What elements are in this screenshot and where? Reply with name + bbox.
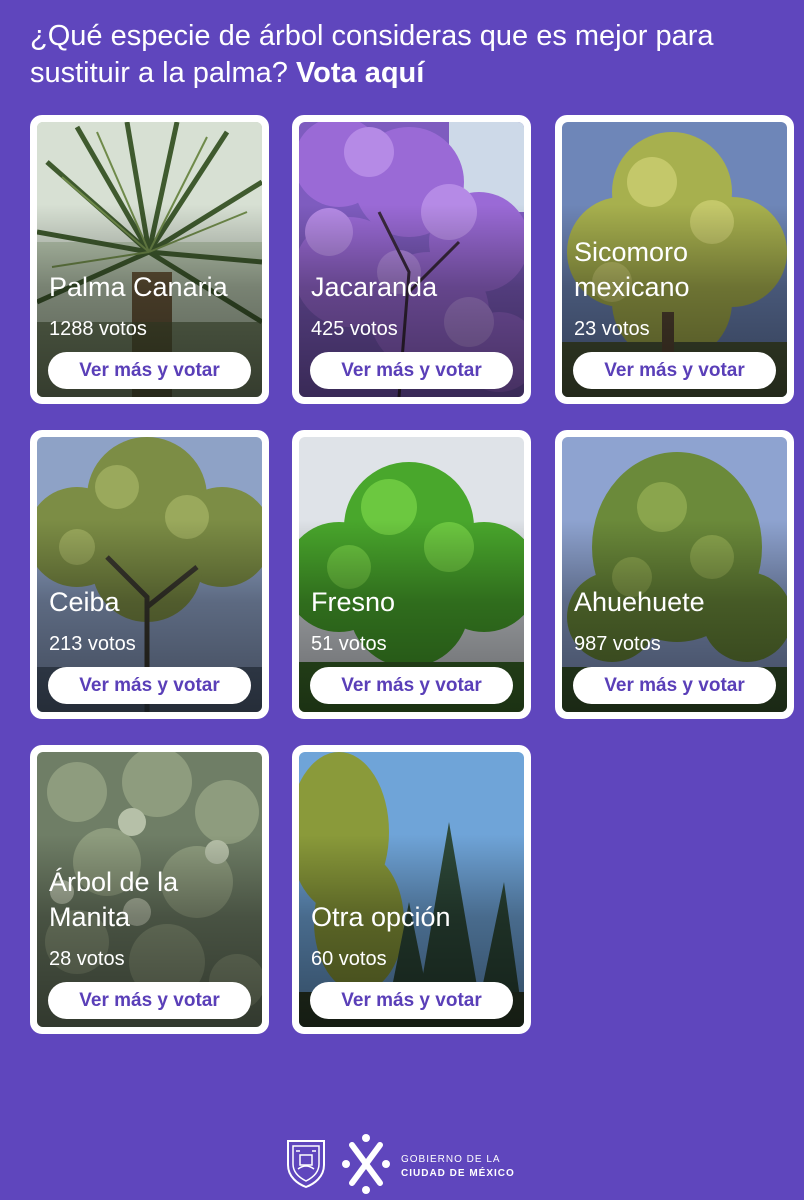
- tree-card-ceiba[interactable]: Ceiba 213 votos Ver más y votar: [30, 430, 269, 719]
- tree-name: Árbol de la Manita: [49, 867, 179, 932]
- see-more-vote-button[interactable]: Ver más y votar: [48, 982, 251, 1019]
- vote-count: 60 votos: [311, 948, 387, 970]
- see-more-vote-button[interactable]: Ver más y votar: [310, 352, 513, 389]
- tree-name: Fresno: [311, 587, 396, 617]
- vote-count: 213 votos: [49, 633, 136, 655]
- cdmx-emblem-logo: [342, 1134, 390, 1194]
- footer: GOBIERNO DE LA CIUDAD DE MÉXICO: [284, 1133, 544, 1195]
- tree-card-ahuehuete[interactable]: Ahuehuete 987 votos Ver más y votar: [555, 430, 794, 719]
- tree-card-jacaranda[interactable]: Jacaranda 425 votos Ver más y votar: [292, 115, 531, 404]
- tree-name: Ceiba: [49, 587, 120, 617]
- tree-card-arbol-de-la-manita[interactable]: Árbol de la Manita 28 votos Ver más y vo…: [30, 745, 269, 1034]
- page-title: ¿Qué especie de árbol consideras que es …: [30, 18, 774, 92]
- government-line-2: CIUDAD DE MÉXICO: [401, 1168, 515, 1179]
- government-line-1: GOBIERNO DE LA: [401, 1154, 501, 1165]
- tree-name: Palma Canaria: [49, 272, 228, 302]
- vote-count: 51 votos: [311, 633, 387, 655]
- vote-here-text: Vota aquí: [295, 57, 425, 89]
- tree-card-otra-opcion[interactable]: Otra opción 60 votos Ver más y votar: [292, 745, 531, 1034]
- city-coat-of-arms-logo: [287, 1140, 325, 1189]
- see-more-vote-button[interactable]: Ver más y votar: [310, 667, 513, 704]
- vote-count: 425 votos: [311, 318, 398, 340]
- tree-card-fresno[interactable]: Fresno 51 votos Ver más y votar: [292, 430, 531, 719]
- vote-count: 28 votos: [49, 948, 125, 970]
- see-more-vote-button[interactable]: Ver más y votar: [573, 352, 776, 389]
- tree-card-palma-canaria[interactable]: Palma Canaria 1288 votos Ver más y votar: [30, 115, 269, 404]
- tree-name: Ahuehuete: [574, 587, 705, 617]
- government-name: GOBIERNO DE LA CIUDAD DE MÉXICO: [401, 1153, 515, 1181]
- tree-name: Otra opción: [311, 902, 451, 932]
- vote-count: 987 votos: [574, 633, 661, 655]
- see-more-vote-button[interactable]: Ver más y votar: [48, 667, 251, 704]
- vote-count: 23 votos: [574, 318, 650, 340]
- tree-name: Jacaranda: [311, 272, 438, 302]
- see-more-vote-button[interactable]: Ver más y votar: [573, 667, 776, 704]
- vote-page: ¿Qué especie de árbol consideras que es …: [0, 0, 804, 1200]
- see-more-vote-button[interactable]: Ver más y votar: [48, 352, 251, 389]
- tree-name: Sicomoro mexicano: [574, 237, 690, 302]
- see-more-vote-button[interactable]: Ver más y votar: [310, 982, 513, 1019]
- vote-count: 1288 votos: [49, 318, 147, 340]
- tree-card-sicomoro-mexicano[interactable]: Sicomoro mexicano 23 votos Ver más y vot…: [555, 115, 794, 404]
